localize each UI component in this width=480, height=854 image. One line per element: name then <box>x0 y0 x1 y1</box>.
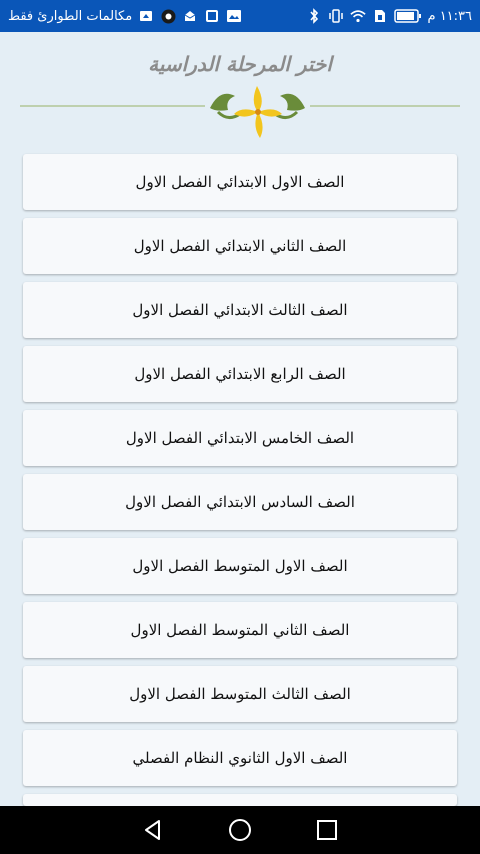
battery-icon <box>393 8 422 24</box>
mail-icon <box>182 8 198 24</box>
grade-item[interactable]: الصف الرابع الابتدائي الفصل الاول <box>23 346 457 402</box>
screenshot-icon <box>226 8 242 24</box>
grade-item[interactable]: الصف الاول الابتدائي الفصل الاول <box>23 154 457 210</box>
grade-item[interactable]: الصف الاول المتوسط الفصل الاول <box>23 538 457 594</box>
grade-item[interactable]: الصف الخامس الابتدائي الفصل الاول <box>23 410 457 466</box>
grade-item[interactable]: الصف الثالث الابتدائي الفصل الاول <box>23 282 457 338</box>
floral-ornament-icon <box>20 86 460 138</box>
home-icon[interactable] <box>226 816 254 844</box>
navigation-bar <box>0 806 480 854</box>
clock: ١١:٣٦ م <box>427 8 473 24</box>
notification-icon <box>160 8 176 24</box>
status-bar: مكالمات الطوارئ فقط ١١:٣٦ م <box>0 0 480 32</box>
recents-icon[interactable] <box>313 816 341 844</box>
wifi-icon <box>349 8 366 24</box>
back-icon[interactable] <box>139 816 167 844</box>
sim-icon <box>372 8 388 24</box>
status-right: ١١:٣٦ م <box>306 8 473 24</box>
grade-item[interactable]: الصف الثالث المتوسط الفصل الاول <box>23 666 457 722</box>
vibrate-icon <box>328 8 344 24</box>
grade-item[interactable]: الصف الثاني الابتدائي الفصل الاول <box>23 218 457 274</box>
shield-icon <box>138 8 154 24</box>
grade-item[interactable]: الصف السادس الابتدائي الفصل الاول <box>23 474 457 530</box>
grade-item[interactable]: الصف الاول الثانوي النظام الفصلي <box>23 730 457 786</box>
bluetooth-icon <box>306 8 322 24</box>
grade-item[interactable]: الصف الثاني المتوسط الفصل الاول <box>23 602 457 658</box>
page-title: اختر المرحلة الدراسية <box>148 52 332 76</box>
carrier-text: مكالمات الطوارئ فقط <box>8 8 133 24</box>
photo-icon <box>204 8 220 24</box>
status-left: مكالمات الطوارئ فقط <box>8 8 242 24</box>
page-header: اختر المرحلة الدراسية <box>0 32 480 144</box>
grade-item-partial[interactable] <box>23 794 457 806</box>
